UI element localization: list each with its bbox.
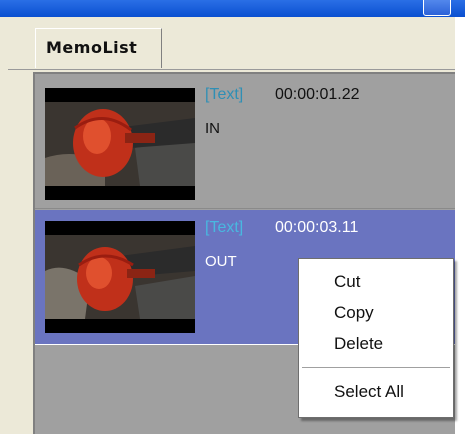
memo-type-tag: [Text] bbox=[205, 86, 244, 103]
memo-type-tag: [Text] bbox=[205, 219, 244, 236]
memo-label: OUT bbox=[205, 253, 237, 270]
menu-item-cut[interactable]: Cut bbox=[299, 267, 453, 297]
window-titlebar bbox=[0, 0, 465, 17]
memo-timecode: 00:00:03.11 bbox=[275, 219, 359, 236]
window-control-button[interactable] bbox=[423, 0, 451, 16]
memo-timecode: 00:00:01.22 bbox=[275, 86, 360, 103]
tab-label: MemoList bbox=[46, 38, 138, 57]
left-frame-strip bbox=[0, 17, 8, 434]
context-menu: Cut Copy Delete Select All bbox=[298, 258, 454, 418]
memo-item[interactable]: [Text] 00:00:01.22 IN bbox=[35, 74, 455, 209]
glass-vessel-frame-icon bbox=[45, 88, 195, 200]
memo-label: IN bbox=[205, 120, 220, 137]
menu-item-label: Copy bbox=[334, 303, 374, 322]
menu-item-select-all[interactable]: Select All bbox=[299, 377, 453, 407]
glass-vessel-frame-icon bbox=[45, 221, 195, 333]
menu-item-delete[interactable]: Delete bbox=[299, 329, 453, 359]
menu-item-label: Cut bbox=[334, 272, 361, 291]
menu-item-label: Select All bbox=[334, 382, 404, 401]
tab-memolist[interactable]: MemoList bbox=[35, 28, 162, 68]
menu-separator bbox=[302, 367, 450, 368]
menu-item-copy[interactable]: Copy bbox=[299, 298, 453, 328]
menu-item-label: Delete bbox=[334, 334, 384, 353]
